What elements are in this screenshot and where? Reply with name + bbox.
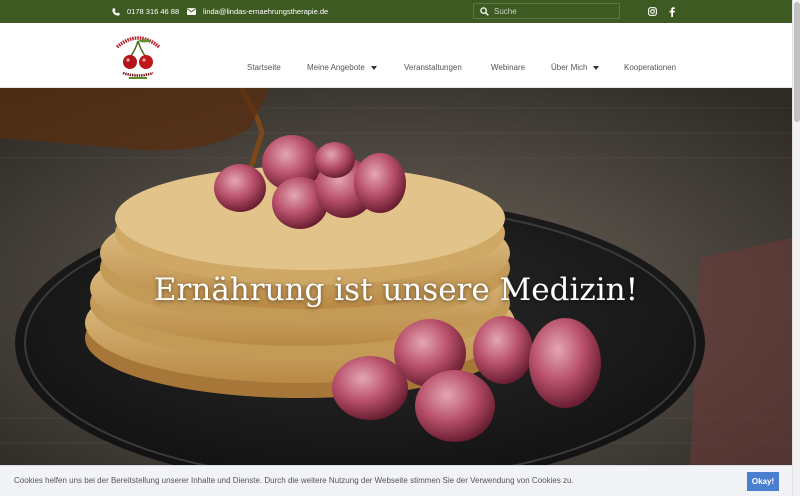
search-input[interactable] xyxy=(494,6,614,16)
nav-label-veranstaltungen[interactable]: Veranstaltungen xyxy=(404,63,462,72)
nav-item-ueber-mich[interactable]: Über Mich xyxy=(551,63,600,72)
email-address[interactable]: linda@lindas-ernaehrungstherapie.de xyxy=(203,7,328,16)
cookie-accept-button[interactable]: Okay! xyxy=(747,472,779,491)
cookie-banner: Cookies helfen uns bei der Bereitstellun… xyxy=(0,465,792,496)
scrollbar-thumb[interactable] xyxy=(794,2,800,122)
hero-banner: Ernährung ist unsere Medizin! xyxy=(0,88,792,465)
nav-item-meine-angebote[interactable]: Meine Angebote xyxy=(307,63,377,72)
nav-item-kooperationen[interactable]: Kooperationen xyxy=(624,63,676,72)
nav-item-webinare[interactable]: Webinare xyxy=(491,63,525,72)
caret-down-icon[interactable] xyxy=(370,65,377,70)
site-logo[interactable] xyxy=(111,29,165,83)
instagram-link[interactable] xyxy=(648,0,657,23)
search-icon[interactable] xyxy=(480,6,489,16)
top-bar: 0178 316 46 88 linda@lindas-ernaehrungst… xyxy=(0,0,792,23)
email-contact[interactable]: linda@lindas-ernaehrungstherapie.de xyxy=(187,0,328,23)
facebook-link[interactable] xyxy=(669,0,675,23)
nav-item-startseite[interactable]: Startseite xyxy=(247,63,281,72)
nav-label-meine-angebote[interactable]: Meine Angebote xyxy=(307,63,365,72)
phone-contact[interactable]: 0178 316 46 88 xyxy=(112,0,179,23)
phone-icon xyxy=(112,7,120,16)
nav-label-ueber-mich[interactable]: Über Mich xyxy=(551,63,587,72)
phone-number[interactable]: 0178 316 46 88 xyxy=(127,7,179,16)
nav-label-startseite[interactable]: Startseite xyxy=(247,63,281,72)
search-box[interactable] xyxy=(473,3,620,19)
facebook-icon[interactable] xyxy=(669,6,675,17)
cookie-text: Cookies helfen uns bei der Bereitstellun… xyxy=(14,476,574,485)
nav-label-kooperationen[interactable]: Kooperationen xyxy=(624,63,676,72)
hero-title: Ernährung ist unsere Medizin! xyxy=(153,272,639,308)
page-scrollbar[interactable] xyxy=(792,0,800,496)
nav-label-webinare[interactable]: Webinare xyxy=(491,63,525,72)
nav-item-veranstaltungen[interactable]: Veranstaltungen xyxy=(404,63,462,72)
envelope-icon xyxy=(187,8,196,15)
instagram-icon[interactable] xyxy=(648,7,657,16)
caret-down-icon[interactable] xyxy=(593,65,600,70)
site-header: Startseite Meine Angebote Veranstaltunge… xyxy=(0,23,792,88)
